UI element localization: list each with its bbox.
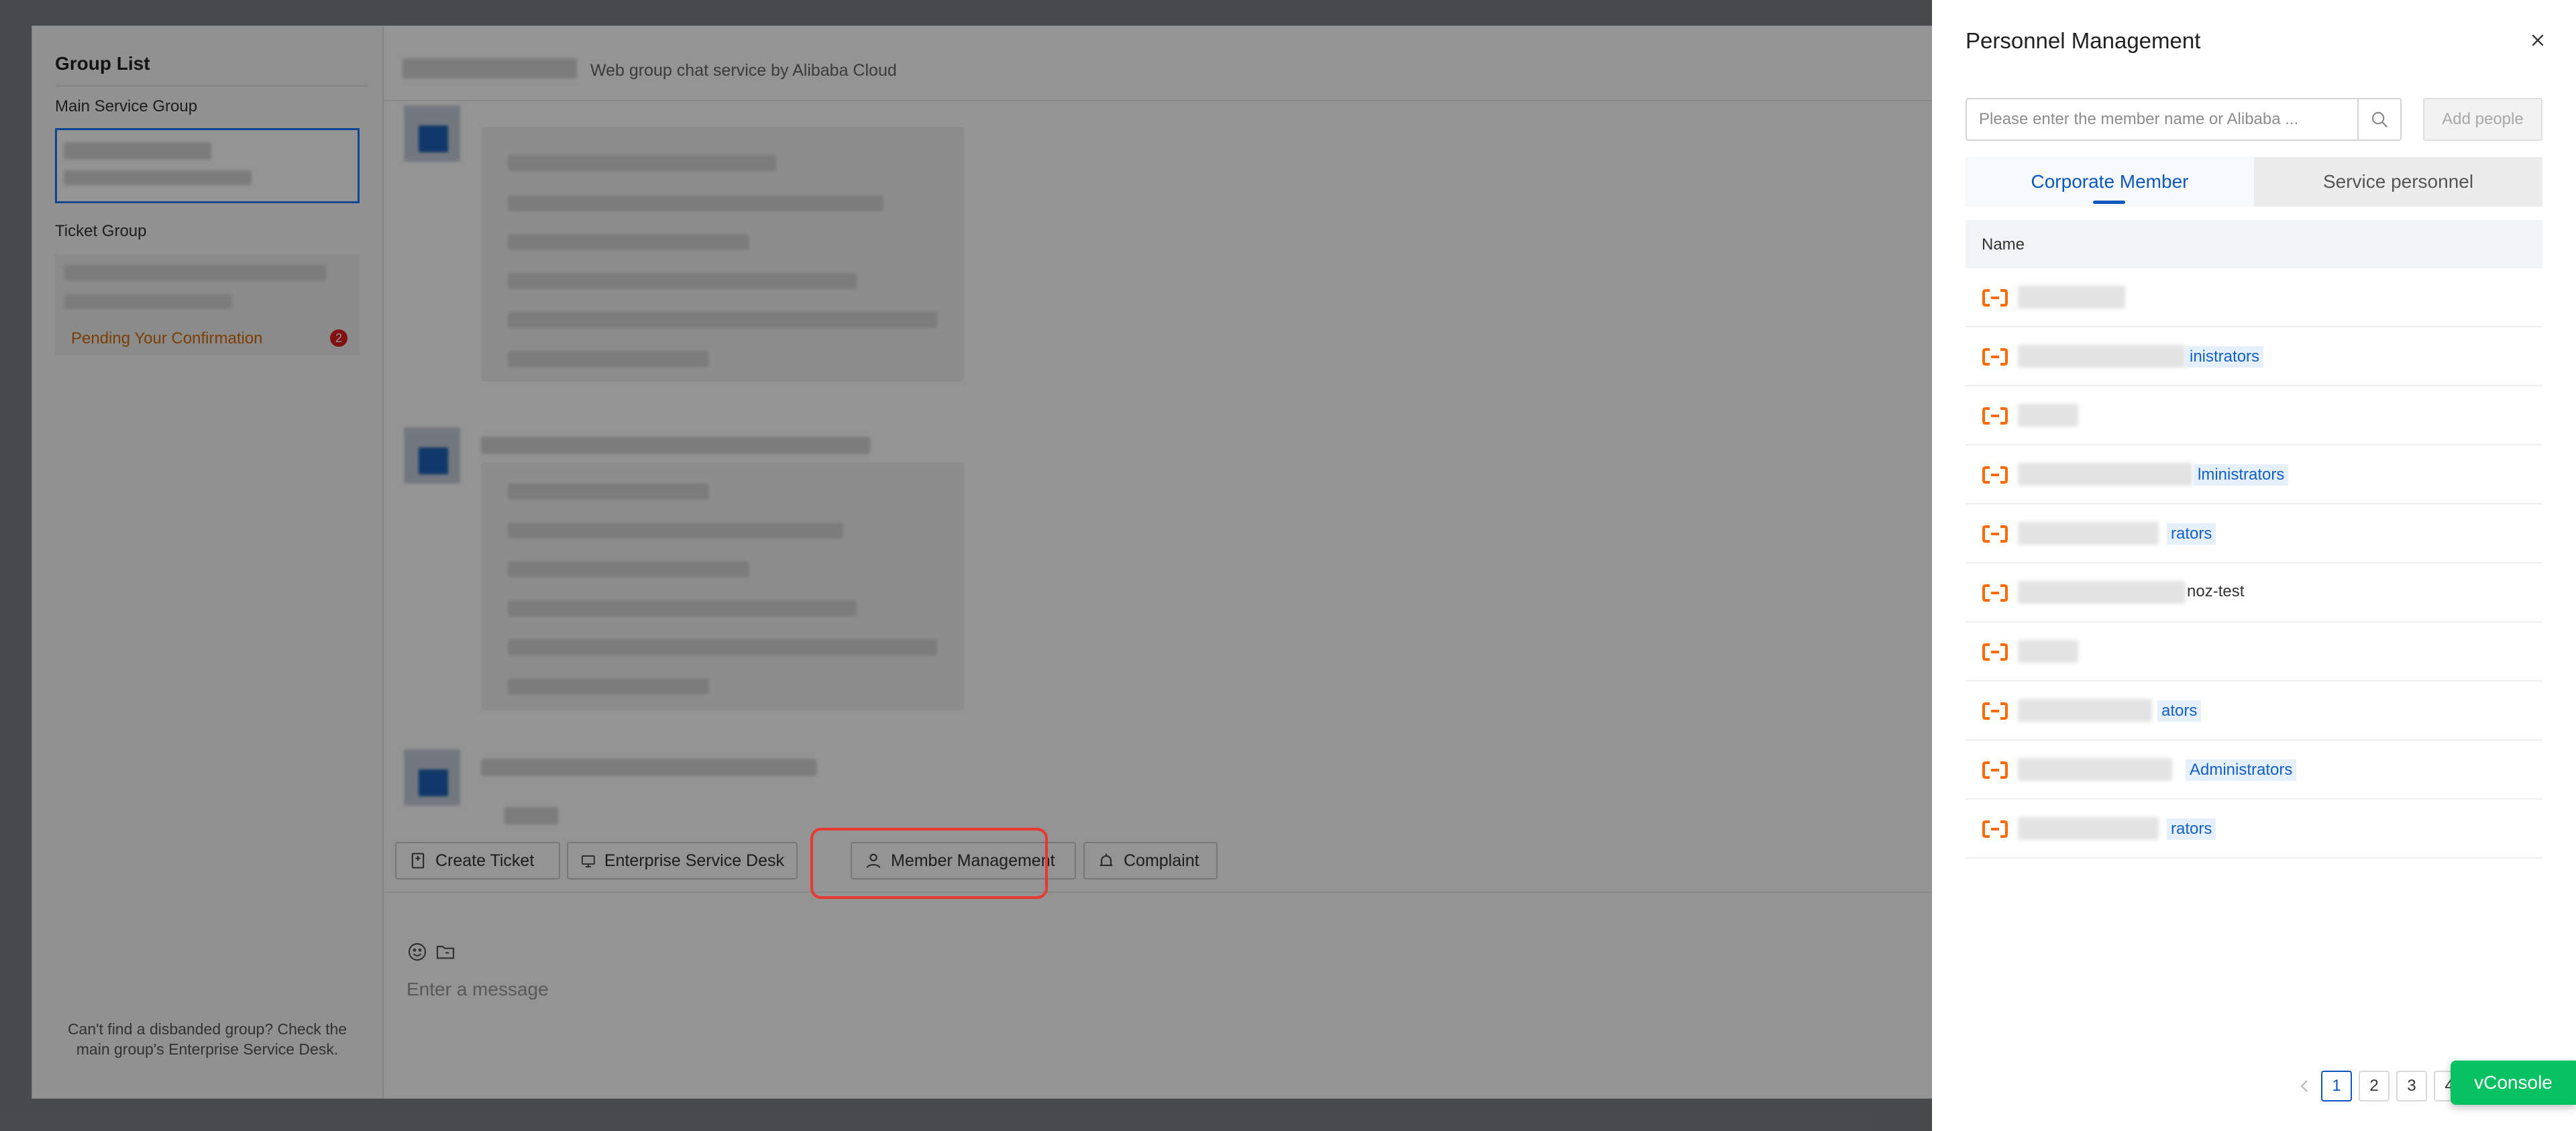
- prev-page-button[interactable]: [2294, 1071, 2314, 1101]
- member-role-tag: inistrators: [2186, 346, 2264, 368]
- member-role-tag: ators: [2157, 700, 2202, 722]
- chevron-left-icon: [2300, 1080, 2308, 1092]
- column-header-name: Name: [1982, 235, 2025, 254]
- close-button[interactable]: [2524, 27, 2551, 54]
- vconsole-button[interactable]: vConsole: [2451, 1061, 2576, 1105]
- table-row[interactable]: [1966, 386, 2542, 445]
- member-table-body: inistrators lministrators rators noz-tes…: [1966, 268, 2542, 859]
- table-row[interactable]: inistrators: [1966, 327, 2542, 386]
- member-role-tag: Administrators: [2186, 759, 2297, 781]
- tab-label: Service personnel: [2322, 171, 2474, 192]
- alibaba-cloud-logo-icon: [1982, 289, 2008, 307]
- page-2-button[interactable]: 2: [2359, 1071, 2390, 1101]
- alibaba-cloud-logo-icon: [1982, 407, 2008, 425]
- alibaba-cloud-logo-icon: [1982, 525, 2008, 543]
- alibaba-cloud-logo-icon: [1982, 466, 2008, 484]
- member-role-tag: rators: [2167, 523, 2216, 545]
- modal-overlay[interactable]: [0, 0, 1932, 1131]
- page-3-button[interactable]: 3: [2396, 1071, 2427, 1101]
- tab-service-personnel[interactable]: Service personnel: [2254, 157, 2542, 207]
- add-people-button[interactable]: Add people: [2423, 98, 2542, 141]
- tab-label: Corporate Member: [2031, 171, 2189, 192]
- table-row[interactable]: noz-test: [1966, 563, 2542, 623]
- table-row[interactable]: [1966, 623, 2542, 682]
- pagination: 1 2 3 4: [2294, 1071, 2465, 1101]
- member-name-fragment: noz-test: [2187, 582, 2245, 600]
- member-table-header: Name: [1966, 220, 2542, 268]
- member-management-highlight: [810, 828, 1048, 899]
- active-tab-indicator: [2093, 201, 2125, 204]
- tab-corporate-member[interactable]: Corporate Member: [1966, 157, 2254, 207]
- alibaba-cloud-logo-icon: [1982, 584, 2008, 602]
- alibaba-cloud-logo-icon: [1982, 643, 2008, 661]
- table-row[interactable]: rators: [1966, 504, 2542, 563]
- member-role-tag: rators: [2167, 818, 2216, 840]
- alibaba-cloud-logo-icon: [1982, 820, 2008, 838]
- table-row[interactable]: rators: [1966, 800, 2542, 859]
- table-row[interactable]: Administrators: [1966, 741, 2542, 800]
- close-icon: [2532, 34, 2544, 46]
- alibaba-cloud-logo-icon: [1982, 702, 2008, 720]
- search-button[interactable]: [2357, 99, 2400, 140]
- member-search-input[interactable]: [1967, 99, 2360, 140]
- member-search: [1966, 98, 2402, 141]
- alibaba-cloud-logo-icon: [1982, 348, 2008, 366]
- table-row[interactable]: lministrators: [1966, 445, 2542, 504]
- personnel-management-drawer: Personnel Management Add people Corporat…: [1932, 0, 2576, 1131]
- search-icon: [2371, 111, 2388, 128]
- table-row[interactable]: ators: [1966, 682, 2542, 741]
- drawer-title: Personnel Management: [1966, 28, 2201, 53]
- page-1-button[interactable]: 1: [2321, 1071, 2352, 1101]
- member-type-tabs: Corporate Member Service personnel: [1966, 157, 2542, 207]
- member-role-tag: lministrators: [2194, 464, 2289, 486]
- table-row[interactable]: [1966, 268, 2542, 327]
- alibaba-cloud-logo-icon: [1982, 761, 2008, 779]
